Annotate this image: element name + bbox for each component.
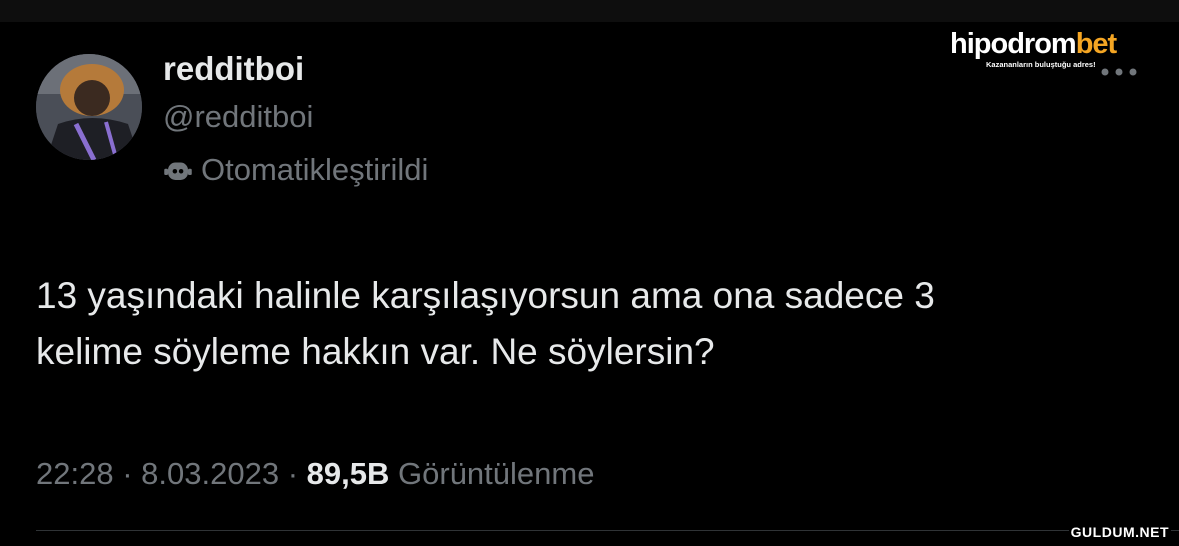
top-bar (0, 0, 1179, 22)
view-count: 89,5B (306, 456, 390, 491)
tweet-text-line-1: 13 yaşındaki halinle karşılaşıyorsun ama… (36, 275, 935, 316)
logo-tagline: Kazananların buluştuğu adres! (986, 60, 1096, 69)
avatar-photo (36, 54, 142, 160)
watermark: GULDUM.NET (1068, 524, 1171, 540)
tweet-meta: 22:28 · 8.03.2023 · 89,5B Görüntülenme (36, 456, 594, 492)
hipodrombet-logo: hipodrombet Kazananların buluştuğu adres… (950, 30, 1125, 70)
bot-icon (164, 162, 192, 180)
divider (36, 530, 1179, 531)
meta-separator: · (287, 456, 299, 491)
meta-separator: · (122, 456, 133, 491)
avatar[interactable] (36, 54, 142, 160)
tweet-text-line-2: kelime söyleme hakkın var. Ne söylersin? (36, 331, 715, 372)
automated-label: Otomatikleştirildi (163, 152, 428, 188)
logo-accent: bet (1075, 28, 1117, 60)
tweet-text: 13 yaşındaki halinle karşılaşıyorsun ama… (36, 268, 1136, 380)
tweet-date[interactable]: 8.03.2023 (141, 456, 279, 491)
tweet-time[interactable]: 22:28 (36, 456, 114, 491)
logo-main: hipodrom (950, 28, 1077, 60)
display-name[interactable]: redditboi (163, 50, 304, 88)
automated-text: Otomatikleştirildi (201, 152, 429, 187)
user-handle[interactable]: @redditboi (163, 99, 313, 135)
views-label: Görüntülenme (398, 456, 595, 491)
logo-wordmark: hipodrombet (950, 30, 1125, 59)
